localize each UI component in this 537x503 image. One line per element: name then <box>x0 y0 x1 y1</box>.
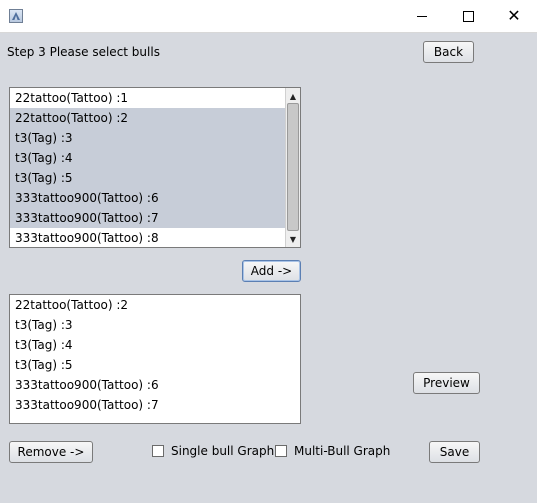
available-bull-item[interactable]: t3(Tag) :3 <box>10 128 300 148</box>
selected-bulls-list[interactable]: 22tattoo(Tattoo) :2 t3(Tag) :3 t3(Tag) :4 t… <box>9 294 301 424</box>
available-bulls-list[interactable]: 22tattoo(Tattoo) :1 22tattoo(Tattoo) :2 t3… <box>9 87 301 248</box>
minimize-icon <box>417 15 427 17</box>
maximize-button[interactable] <box>445 0 491 32</box>
selected-bull-item[interactable]: t3(Tag) :3 <box>10 315 300 335</box>
available-bulls-scrollbar[interactable]: ▲ ▼ <box>285 88 300 247</box>
minimize-button[interactable] <box>399 0 445 32</box>
remove-button[interactable]: Remove -> <box>9 441 93 463</box>
available-bull-item[interactable]: 22tattoo(Tattoo) :2 <box>10 108 300 128</box>
selected-bull-item[interactable]: t3(Tag) :4 <box>10 335 300 355</box>
single-bull-graph-checkbox[interactable]: Single bull Graph <box>152 444 274 458</box>
step-label: Step 3 Please select bulls <box>7 45 160 59</box>
multi-bull-graph-checkbox-box[interactable] <box>275 445 287 457</box>
single-bull-graph-label: Single bull Graph <box>171 444 275 458</box>
selected-bulls-items: 22tattoo(Tattoo) :2 t3(Tag) :3 t3(Tag) :4 t… <box>10 295 300 415</box>
selected-bull-item[interactable]: 333tattoo900(Tattoo) :6 <box>10 375 300 395</box>
main-panel: Step 3 Please select bulls Back 22tattoo… <box>0 33 537 503</box>
maximize-icon <box>462 10 474 22</box>
selected-bull-item[interactable]: 22tattoo(Tattoo) :2 <box>10 295 300 315</box>
available-bull-item[interactable]: 333tattoo900(Tattoo) :6 <box>10 188 300 208</box>
save-button[interactable]: Save <box>429 441 480 463</box>
add-button[interactable]: Add -> <box>242 260 301 282</box>
title-bar: ✕ <box>0 0 537 33</box>
available-bull-item[interactable]: 22tattoo(Tattoo) :1 <box>10 88 300 108</box>
preview-button[interactable]: Preview <box>413 372 480 394</box>
multi-bull-graph-checkbox[interactable]: Multi-Bull Graph <box>275 444 390 458</box>
java-app-icon[interactable] <box>9 9 23 23</box>
available-bull-item[interactable]: 333tattoo900(Tattoo) :8 <box>10 228 300 247</box>
back-button[interactable]: Back <box>423 41 474 63</box>
close-button[interactable]: ✕ <box>491 0 537 32</box>
close-icon: ✕ <box>507 6 521 25</box>
available-bulls-items: 22tattoo(Tattoo) :1 22tattoo(Tattoo) :2 t3… <box>10 88 300 247</box>
selected-bull-item[interactable]: t3(Tag) :5 <box>10 355 300 375</box>
selected-bull-item[interactable]: 333tattoo900(Tattoo) :7 <box>10 395 300 415</box>
scroll-up-arrow-icon[interactable]: ▲ <box>286 89 300 103</box>
available-bull-item[interactable]: t3(Tag) :5 <box>10 168 300 188</box>
available-bull-item[interactable]: 333tattoo900(Tattoo) :7 <box>10 208 300 228</box>
scrollbar-thumb[interactable] <box>287 103 299 231</box>
multi-bull-graph-label: Multi-Bull Graph <box>294 444 391 458</box>
single-bull-graph-checkbox-box[interactable] <box>152 445 164 457</box>
available-bull-item[interactable]: t3(Tag) :4 <box>10 148 300 168</box>
scroll-down-arrow-icon[interactable]: ▼ <box>286 232 300 246</box>
